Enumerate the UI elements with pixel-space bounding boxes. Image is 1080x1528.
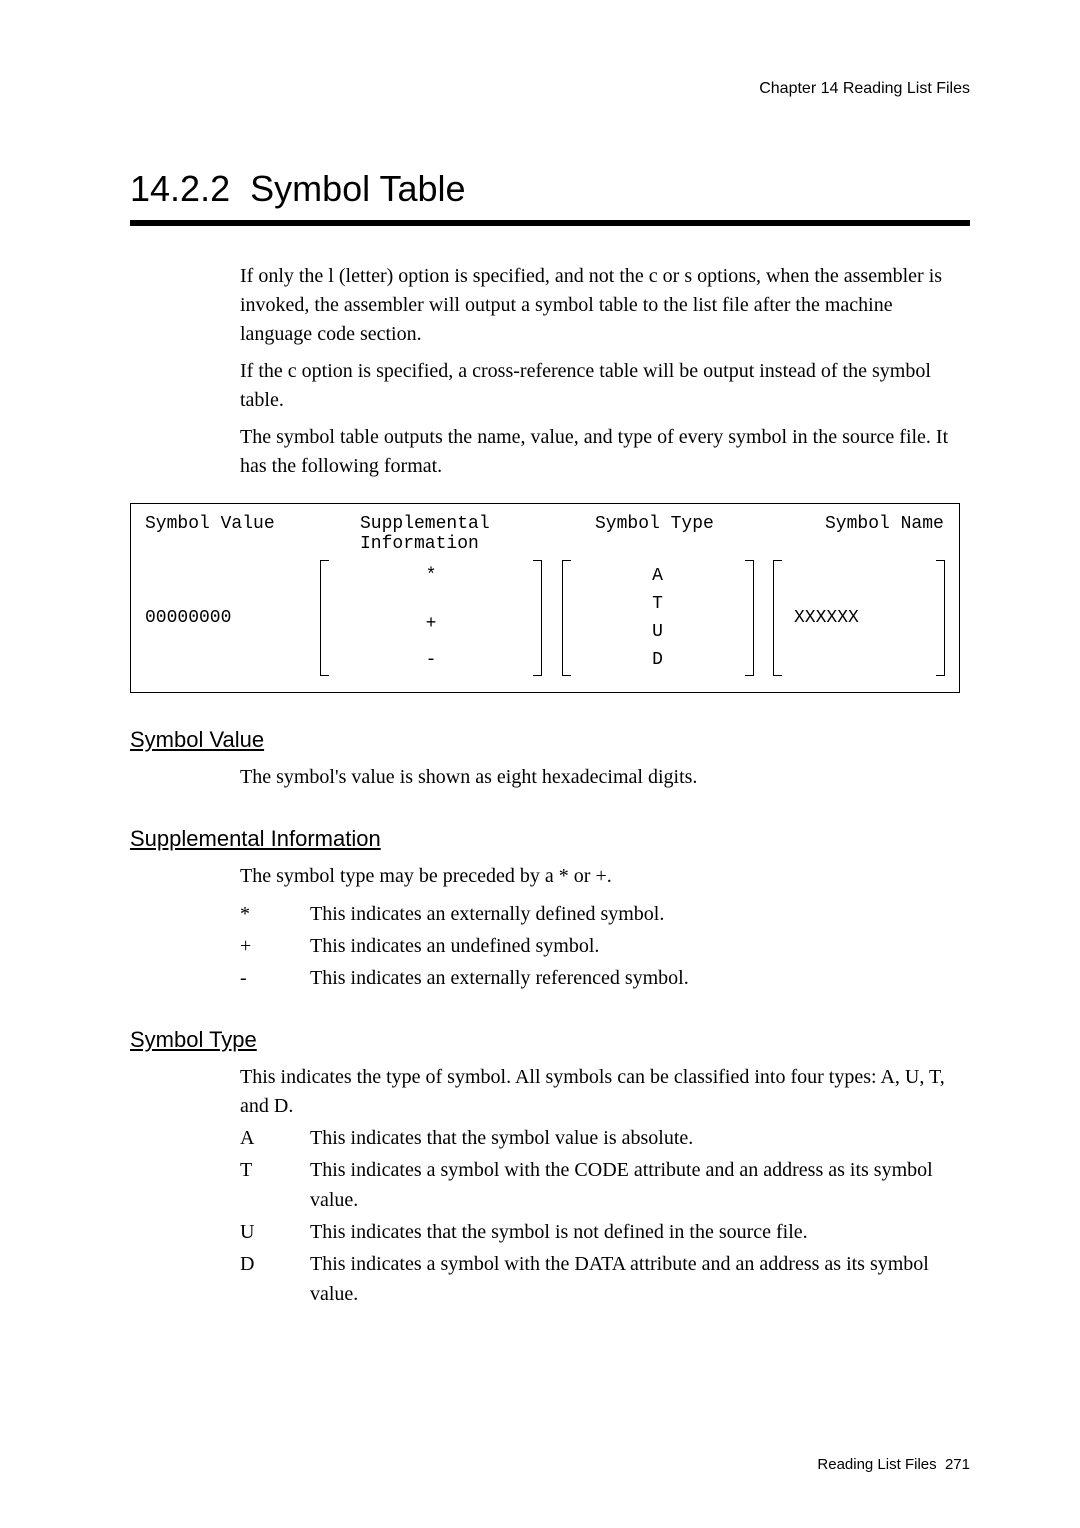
intro-p1: If only the l (letter) option is specifi…	[240, 262, 960, 349]
type-row: A This indicates that the symbol value i…	[240, 1123, 970, 1153]
footer-text: Reading List Files	[817, 1456, 936, 1473]
left-bracket-icon	[773, 560, 784, 676]
intro-p2: If the c option is specified, a cross-re…	[240, 357, 960, 415]
supp-row: - This indicates an externally reference…	[240, 963, 970, 993]
heading-symbol-type: Symbol Type	[130, 1027, 970, 1053]
supp-row: * This indicates an externally defined s…	[240, 899, 970, 929]
format-headers: Symbol Value SupplementalInformation Sym…	[145, 514, 945, 554]
type-r1: A	[583, 564, 733, 588]
footer-page: 271	[945, 1456, 970, 1473]
symbol-value-text: The symbol's value is shown as eight hex…	[240, 763, 960, 792]
type-txt: This indicates that the symbol value is …	[310, 1123, 970, 1153]
right-bracket-icon	[934, 560, 945, 676]
format-type-group: A T U D	[562, 560, 754, 676]
format-name-group: XXXXXX	[773, 560, 945, 676]
supp-txt: This indicates an externally defined sym…	[310, 899, 970, 929]
page-footer: Reading List Files 271	[817, 1456, 970, 1473]
type-txt: This indicates that the symbol is not de…	[310, 1217, 970, 1247]
supp-txt: This indicates an externally referenced …	[310, 963, 970, 993]
chapter-header: Chapter 14 Reading List Files	[130, 80, 970, 98]
supp-defs: * This indicates an externally defined s…	[240, 899, 970, 993]
type-row: D This indicates a symbol with the DATA …	[240, 1249, 970, 1309]
format-value-col: 00000000	[145, 560, 320, 676]
supp-row: + This indicates an undefined symbol.	[240, 931, 970, 961]
type-r3: U	[583, 620, 733, 644]
type-txt: This indicates a symbol with the DATA at…	[310, 1249, 970, 1309]
type-r2: T	[583, 592, 733, 616]
type-lead: This indicates the type of symbol. All s…	[240, 1063, 960, 1121]
format-box: Symbol Value SupplementalInformation Sym…	[130, 503, 960, 693]
hdr-supp-line2: Information	[360, 534, 479, 554]
right-bracket-icon	[531, 560, 542, 676]
name-val: XXXXXX	[794, 608, 924, 628]
type-txt: This indicates a symbol with the CODE at…	[310, 1155, 970, 1215]
section-name: Symbol Table	[250, 168, 465, 209]
supp-r1: *	[341, 564, 521, 588]
hdr-supplemental: SupplementalInformation	[360, 514, 595, 554]
type-row: U This indicates that the symbol is not …	[240, 1217, 970, 1247]
intro-p3: The symbol table outputs the name, value…	[240, 423, 960, 481]
supp-sym: +	[240, 931, 310, 961]
hdr-symbol-name: Symbol Name	[825, 514, 945, 554]
hdr-symbol-type: Symbol Type	[595, 514, 825, 554]
section-number: 14.2.2	[130, 168, 230, 209]
supp-sym: -	[240, 963, 310, 993]
type-sym: A	[240, 1123, 310, 1153]
type-r4: D	[583, 648, 733, 672]
hdr-supp-line1: Supplemental	[360, 514, 490, 534]
format-value: 00000000	[145, 608, 320, 628]
format-supp-values: * + -	[331, 560, 531, 676]
section-title: 14.2.2 Symbol Table	[130, 168, 970, 210]
heading-supplemental-info: Supplemental Information	[130, 826, 970, 852]
format-body: 00000000 * + - A T U D	[145, 560, 945, 676]
left-bracket-icon	[562, 560, 573, 676]
type-sym: U	[240, 1217, 310, 1247]
hdr-symbol-value: Symbol Value	[145, 514, 360, 554]
supp-r4: -	[341, 648, 521, 672]
supp-lead: The symbol type may be preceded by a * o…	[240, 862, 960, 891]
type-sym: T	[240, 1155, 310, 1215]
type-row: T This indicates a symbol with the CODE …	[240, 1155, 970, 1215]
supp-r3: +	[341, 612, 521, 636]
section-rule	[130, 220, 970, 226]
format-supp-group: * + -	[320, 560, 542, 676]
heading-symbol-value: Symbol Value	[130, 727, 970, 753]
left-bracket-icon	[320, 560, 331, 676]
type-sym: D	[240, 1249, 310, 1309]
format-type-values: A T U D	[573, 560, 743, 676]
type-defs: A This indicates that the symbol value i…	[240, 1123, 970, 1309]
supp-txt: This indicates an undefined symbol.	[310, 931, 970, 961]
right-bracket-icon	[743, 560, 754, 676]
supp-sym: *	[240, 899, 310, 929]
format-name-value: XXXXXX	[784, 560, 934, 676]
